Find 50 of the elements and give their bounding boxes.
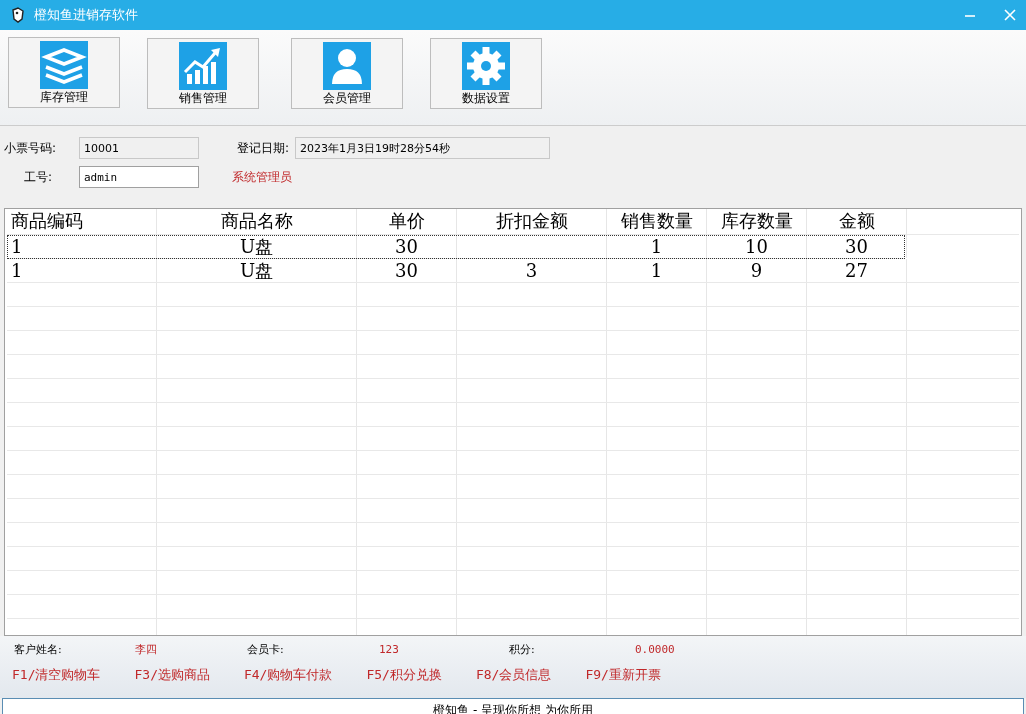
date-field[interactable]: 2023年1月3日19时28分54秒 (295, 137, 550, 159)
table-cell: 1 (607, 235, 707, 258)
table-cell: 9 (707, 259, 807, 282)
column-header[interactable]: 商品编码 (7, 209, 157, 234)
field-label: 工号: (23, 168, 54, 186)
layers-icon (40, 41, 88, 89)
toolbar-button[interactable]: 数据设置 (430, 38, 542, 109)
person-icon (323, 42, 371, 90)
table-cell: 1 (7, 259, 157, 282)
column-header[interactable]: 折扣金额 (457, 209, 607, 234)
column-header[interactable]: 单价 (357, 209, 457, 234)
table-cell: 10 (707, 235, 807, 258)
shortcut-label[interactable]: F1/清空购物车 (12, 666, 101, 684)
table-cell: U盘 (157, 235, 357, 258)
toolbar-button[interactable]: 会员管理 (291, 38, 403, 109)
table-cell: 1 (7, 235, 157, 258)
gear-icon (462, 42, 510, 90)
table-cell: 1 (607, 259, 707, 282)
customer-name: 李四 (135, 641, 158, 657)
field-label: 小票号码: (3, 139, 58, 157)
column-header[interactable]: 商品名称 (157, 209, 357, 234)
shortcut-label[interactable]: F3/选购商品 (134, 666, 210, 684)
column-header[interactable]: 库存数量 (707, 209, 807, 234)
member-card-number: 123 (379, 642, 400, 656)
receipt-number-field[interactable]: 10001 (79, 137, 199, 159)
shortcut-label[interactable]: F5/积分兑换 (366, 666, 442, 684)
window-title: 橙知鱼进销存软件 (34, 6, 138, 24)
toolbar-button[interactable]: 销售管理 (147, 38, 259, 109)
field-label: 积分: (509, 641, 536, 657)
table-cell: 30 (807, 235, 907, 258)
shortcut-label[interactable]: F9/重新开票 (585, 666, 661, 684)
field-label: 客户姓名: (14, 641, 63, 657)
field-label: 会员卡: (247, 641, 285, 657)
field-label: 登记日期: (237, 139, 291, 157)
shortcut-label[interactable]: F8/会员信息 (475, 666, 552, 684)
close-icon[interactable] (1004, 9, 1016, 21)
shortcut-label[interactable]: F4/购物车付款 (243, 666, 333, 684)
table-cell: 3 (457, 259, 607, 282)
toolbar-button[interactable]: 库存管理 (8, 37, 120, 108)
table-cell: 30 (357, 259, 457, 282)
table-cell: U盘 (157, 259, 357, 282)
staff-id-field[interactable]: admin (79, 166, 199, 188)
points-value: 0.0000 (635, 642, 675, 656)
column-header[interactable]: 销售数量 (607, 209, 707, 234)
chart-icon (179, 42, 227, 90)
app-icon (10, 7, 26, 23)
column-header[interactable]: 金额 (807, 209, 907, 234)
role-text: 系统管理员 (232, 168, 292, 186)
table-cell: 30 (357, 235, 457, 258)
table-cell: 27 (807, 259, 907, 282)
